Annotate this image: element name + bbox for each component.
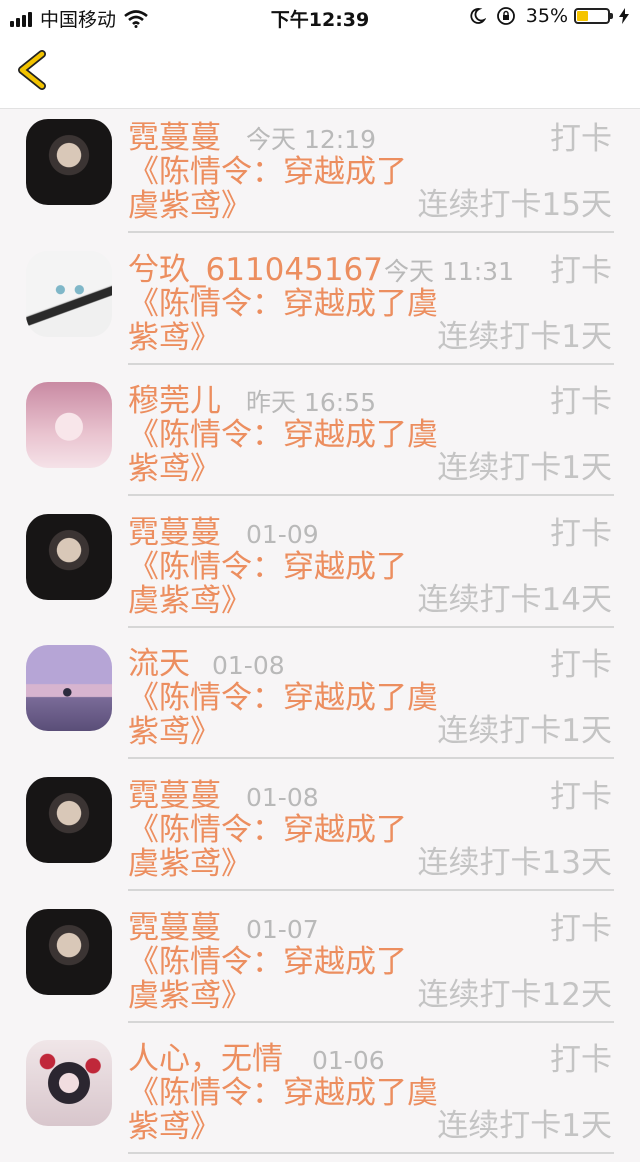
moon-icon bbox=[470, 8, 486, 24]
checkin-content: 霓蔓蔓 01-07 打卡 《陈情令：穿越成了虞紫鸢》 连续打卡12天 bbox=[128, 909, 614, 1023]
charging-icon bbox=[619, 8, 629, 24]
back-button[interactable] bbox=[12, 48, 56, 92]
checkin-time: 01-07 bbox=[246, 914, 319, 944]
checkin-content: 人心，无情 01-06 打卡 《陈情令：穿越成了虞紫鸢》 连续打卡1天 bbox=[128, 1040, 614, 1155]
avatar[interactable] bbox=[26, 119, 112, 205]
avatar[interactable] bbox=[26, 513, 112, 600]
checkin-label: 打卡 bbox=[550, 252, 612, 289]
book-title[interactable]: 《陈情令：穿越成了虞紫鸢》 bbox=[128, 155, 428, 223]
streak-count: 连续打卡14天 bbox=[417, 581, 612, 618]
book-title[interactable]: 《陈情令：穿越成了虞紫鸢》 bbox=[128, 418, 438, 486]
book-title[interactable]: 《陈情令：穿越成了虞紫鸢》 bbox=[128, 287, 438, 355]
checkin-item[interactable]: 人心，无情 01-06 打卡 《陈情令：穿越成了虞紫鸢》 连续打卡1天 bbox=[0, 1030, 640, 1162]
avatar[interactable] bbox=[26, 645, 112, 732]
battery-percent: 35% bbox=[525, 5, 568, 27]
user-name[interactable]: 霓蔓蔓 bbox=[128, 119, 221, 157]
checkin-content: 霓蔓蔓 01-09 打卡 《陈情令：穿越成了虞紫鸢》 连续打卡14天 bbox=[128, 514, 614, 628]
checkin-item[interactable]: 霓蔓蔓 今天 12:19 打卡 《陈情令：穿越成了虞紫鸢》 连续打卡15天 bbox=[0, 109, 640, 241]
checkin-item[interactable]: 穆莞儿 昨天 16:55 打卡 《陈情令：穿越成了虞紫鸢》 连续打卡1天 bbox=[0, 372, 640, 504]
avatar[interactable] bbox=[26, 250, 112, 337]
checkin-label: 打卡 bbox=[550, 910, 612, 947]
status-bar: 中国移动 下午12:39 35% bbox=[0, 0, 640, 34]
streak-count: 连续打卡1天 bbox=[437, 450, 612, 487]
avatar[interactable] bbox=[26, 908, 112, 995]
rotation-lock-icon bbox=[496, 7, 515, 25]
streak-count: 连续打卡1天 bbox=[437, 713, 612, 750]
user-name[interactable]: 流天 bbox=[128, 645, 190, 683]
checkin-label: 打卡 bbox=[550, 1042, 612, 1079]
nav-bar bbox=[0, 34, 640, 109]
streak-count: 连续打卡12天 bbox=[417, 976, 612, 1013]
battery-level bbox=[577, 11, 588, 21]
user-name[interactable]: 霓蔓蔓 bbox=[128, 909, 221, 947]
chevron-left-icon bbox=[18, 50, 46, 90]
checkin-label: 打卡 bbox=[550, 778, 612, 815]
checkin-content: 流天 01-08 打卡 《陈情令：穿越成了虞紫鸢》 连续打卡1天 bbox=[128, 645, 614, 760]
checkin-item[interactable]: 霓蔓蔓 01-07 打卡 《陈情令：穿越成了虞紫鸢》 连续打卡12天 bbox=[0, 899, 640, 1031]
checkin-label: 打卡 bbox=[550, 647, 612, 684]
book-title[interactable]: 《陈情令：穿越成了虞紫鸢》 bbox=[128, 945, 428, 1013]
checkin-list: 霓蔓蔓 今天 12:19 打卡 《陈情令：穿越成了虞紫鸢》 连续打卡15天 兮玖… bbox=[0, 109, 640, 1162]
checkin-content: 霓蔓蔓 01-08 打卡 《陈情令：穿越成了虞紫鸢》 连续打卡13天 bbox=[128, 777, 614, 891]
book-title[interactable]: 《陈情令：穿越成了虞紫鸢》 bbox=[128, 813, 428, 881]
avatar[interactable] bbox=[26, 1040, 112, 1127]
checkin-item[interactable]: 流天 01-08 打卡 《陈情令：穿越成了虞紫鸢》 连续打卡1天 bbox=[0, 635, 640, 767]
checkin-content: 霓蔓蔓 今天 12:19 打卡 《陈情令：穿越成了虞紫鸢》 连续打卡15天 bbox=[128, 119, 614, 233]
checkin-label: 打卡 bbox=[550, 515, 612, 552]
checkin-item[interactable]: 霓蔓蔓 01-09 打卡 《陈情令：穿越成了虞紫鸢》 连续打卡14天 bbox=[0, 504, 640, 636]
streak-count: 连续打卡1天 bbox=[437, 318, 612, 355]
user-name[interactable]: 穆莞儿 bbox=[128, 382, 221, 420]
checkin-time: 01-08 bbox=[212, 651, 285, 681]
streak-count: 连续打卡15天 bbox=[417, 187, 612, 223]
checkin-item[interactable]: 兮玖_611045167 今天 11:31 打卡 《陈情令：穿越成了虞紫鸢》 连… bbox=[0, 241, 640, 373]
book-title[interactable]: 《陈情令：穿越成了虞紫鸢》 bbox=[128, 550, 428, 618]
user-name[interactable]: 霓蔓蔓 bbox=[128, 777, 221, 815]
avatar[interactable] bbox=[26, 776, 112, 863]
book-title[interactable]: 《陈情令：穿越成了虞紫鸢》 bbox=[128, 681, 438, 749]
checkin-time: 昨天 16:55 bbox=[246, 388, 376, 418]
avatar[interactable] bbox=[26, 382, 112, 469]
user-name[interactable]: 兮玖_611045167 bbox=[128, 251, 383, 289]
checkin-time: 今天 12:19 bbox=[246, 125, 376, 154]
status-right: 35% bbox=[468, 5, 630, 27]
checkin-content: 穆莞儿 昨天 16:55 打卡 《陈情令：穿越成了虞紫鸢》 连续打卡1天 bbox=[128, 382, 614, 497]
checkin-time: 01-06 bbox=[312, 1046, 385, 1076]
book-title[interactable]: 《陈情令：穿越成了虞紫鸢》 bbox=[128, 1076, 438, 1144]
user-name[interactable]: 人心，无情 bbox=[128, 1040, 283, 1078]
checkin-label: 打卡 bbox=[550, 121, 612, 157]
checkin-content: 兮玖_611045167 今天 11:31 打卡 《陈情令：穿越成了虞紫鸢》 连… bbox=[128, 251, 614, 365]
checkin-time: 01-09 bbox=[246, 519, 319, 549]
checkin-time: 今天 11:31 bbox=[384, 256, 514, 286]
user-name[interactable]: 霓蔓蔓 bbox=[128, 514, 221, 552]
battery-icon bbox=[574, 8, 613, 24]
checkin-item[interactable]: 霓蔓蔓 01-08 打卡 《陈情令：穿越成了虞紫鸢》 连续打卡13天 bbox=[0, 767, 640, 899]
streak-count: 连续打卡13天 bbox=[417, 844, 612, 881]
checkin-time: 01-08 bbox=[246, 782, 319, 812]
checkin-label: 打卡 bbox=[550, 384, 612, 421]
